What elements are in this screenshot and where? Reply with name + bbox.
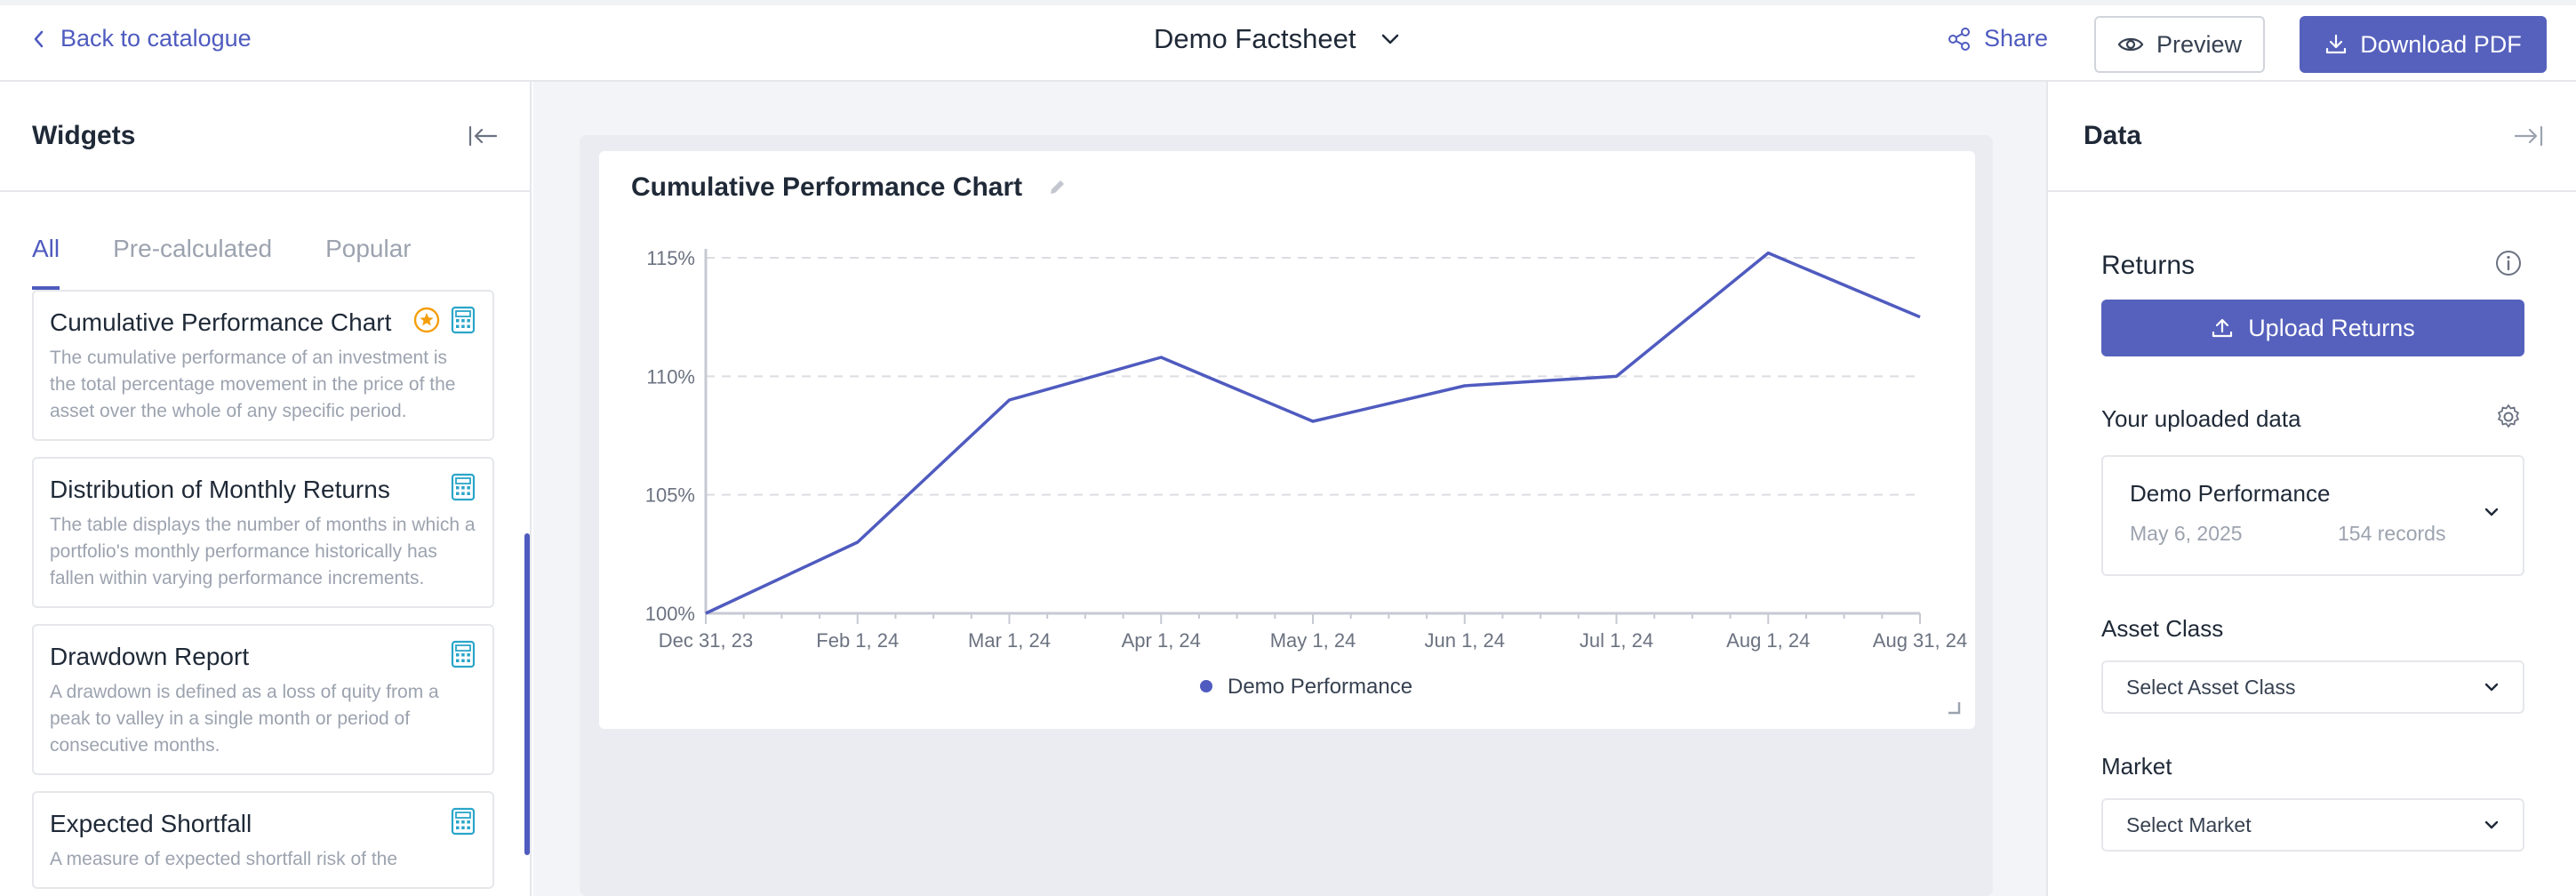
y-tick-label: 115% bbox=[646, 247, 695, 269]
data-panel-body: Returns Upload Returns Your uploaded dat… bbox=[2048, 192, 2576, 852]
asset-class-select[interactable]: Select Asset Class bbox=[2101, 660, 2524, 714]
resize-handle-icon[interactable] bbox=[1947, 700, 1961, 715]
legend-label: Demo Performance bbox=[1228, 675, 1412, 699]
widgets-panel-header: Widgets bbox=[0, 82, 530, 192]
chevron-down-icon bbox=[2484, 820, 2499, 829]
widget-title: Distribution of Monthly Returns bbox=[50, 476, 390, 503]
dataset-date: May 6, 2025 bbox=[2130, 522, 2243, 545]
share-label: Share bbox=[1984, 25, 2049, 52]
widget-list: Cumulative Performance Chart The cumulat… bbox=[32, 290, 494, 896]
x-tick-label: Aug 1, 24 bbox=[1726, 629, 1810, 652]
x-tick-label: May 1, 24 bbox=[1270, 629, 1356, 652]
x-tick-label: Dec 31, 23 bbox=[659, 629, 753, 652]
returns-title: Returns bbox=[2101, 250, 2196, 280]
download-label: Download PDF bbox=[2360, 30, 2522, 58]
uploaded-dataset-card[interactable]: Demo Performance May 6, 2025 154 records bbox=[2101, 455, 2524, 576]
widget-card[interactable]: Drawdown Report A drawdown is defined as… bbox=[32, 624, 494, 775]
x-tick-label: Jul 1, 24 bbox=[1580, 629, 1653, 652]
widget-card[interactable]: Distribution of Monthly Returns The tabl… bbox=[32, 457, 494, 608]
star-badge-icon bbox=[413, 307, 440, 333]
preview-button[interactable]: Preview bbox=[2094, 16, 2265, 73]
info-icon[interactable] bbox=[2494, 249, 2523, 282]
gear-icon[interactable] bbox=[2494, 403, 2523, 436]
data-panel-header: Data bbox=[2048, 82, 2576, 192]
market-select[interactable]: Select Market bbox=[2101, 798, 2524, 852]
x-tick-label: Jun 1, 24 bbox=[1424, 629, 1505, 652]
uploaded-data-row: Your uploaded data bbox=[2101, 403, 2523, 436]
top-header: Back to catalogue Demo Factsheet Share P… bbox=[0, 0, 2576, 82]
tab-popular[interactable]: Popular bbox=[325, 235, 412, 290]
chart-widget-card[interactable]: 100% 105% 110% 115% Dec 31, 23 Feb 1, 24 Mar 1… bbox=[599, 151, 1975, 729]
calculator-icon bbox=[451, 640, 476, 668]
widget-title: Drawdown Report bbox=[50, 643, 250, 670]
x-tick-label: Mar 1, 24 bbox=[968, 629, 1051, 652]
widget-description: The table displays the number of months … bbox=[50, 515, 476, 588]
cumulative-performance-chart: 100% 105% 110% 115% Dec 31, 23 Feb 1, 24 Mar 1… bbox=[645, 247, 1968, 699]
data-panel-title: Data bbox=[2084, 121, 2142, 150]
collapse-left-icon[interactable] bbox=[468, 124, 498, 148]
series-line bbox=[705, 251, 1921, 615]
chevron-down-icon bbox=[1382, 34, 1399, 44]
widget-icons bbox=[450, 473, 476, 501]
chart-title-row: Cumulative Performance Chart bbox=[631, 172, 1067, 203]
widget-title: Expected Shortfall bbox=[50, 810, 252, 837]
widget-icons bbox=[450, 807, 476, 836]
x-tick-label: Feb 1, 24 bbox=[816, 629, 899, 652]
widget-description: A measure of expected shortfall risk of … bbox=[50, 849, 398, 869]
upload-returns-label: Upload Returns bbox=[2248, 314, 2415, 341]
dataset-name: Demo Performance bbox=[2130, 480, 2331, 507]
widget-icons bbox=[412, 306, 476, 334]
download-pdf-button[interactable]: Download PDF bbox=[2300, 16, 2547, 73]
y-tick-label: 105% bbox=[645, 484, 695, 507]
calculator-icon bbox=[451, 306, 476, 334]
dataset-records: 154 records bbox=[2338, 522, 2446, 545]
uploaded-data-label: Your uploaded data bbox=[2101, 405, 2301, 432]
back-label: Back to catalogue bbox=[60, 25, 252, 52]
asset-class-value: Select Asset Class bbox=[2126, 675, 2296, 699]
dataset-meta: May 6, 2025 154 records bbox=[2130, 522, 2496, 546]
widgets-panel-title: Widgets bbox=[32, 121, 136, 150]
collapse-right-icon[interactable] bbox=[2514, 124, 2544, 148]
back-to-catalogue-link[interactable]: Back to catalogue bbox=[32, 25, 252, 52]
y-tick-label: 110% bbox=[646, 365, 695, 388]
upload-icon bbox=[2212, 318, 2233, 338]
download-icon bbox=[2326, 34, 2347, 54]
tab-all[interactable]: All bbox=[32, 235, 60, 290]
widget-description: A drawdown is defined as a loss of quity… bbox=[50, 682, 439, 756]
calculator-icon bbox=[451, 473, 476, 501]
pencil-icon[interactable] bbox=[1047, 178, 1067, 197]
chevron-left-icon bbox=[34, 30, 44, 47]
widget-description: The cumulative performance of an investm… bbox=[50, 348, 456, 421]
widget-tabs: All Pre-calculated Popular bbox=[0, 192, 530, 290]
document-title-dropdown[interactable]: Demo Factsheet bbox=[1154, 23, 1400, 55]
upload-returns-button[interactable]: Upload Returns bbox=[2101, 300, 2524, 356]
widget-card[interactable]: Expected Shortfall A measure of expected… bbox=[32, 791, 494, 889]
eye-icon bbox=[2117, 37, 2144, 52]
returns-row: Returns bbox=[2101, 192, 2523, 282]
x-tick-label: Apr 1, 24 bbox=[1122, 629, 1201, 652]
calculator-icon bbox=[451, 807, 476, 836]
widget-icons bbox=[450, 640, 476, 668]
chevron-down-icon bbox=[2484, 508, 2499, 516]
market-value: Select Market bbox=[2126, 812, 2252, 836]
asset-class-label: Asset Class bbox=[2101, 615, 2224, 642]
chart-title: Cumulative Performance Chart bbox=[631, 172, 1023, 202]
x-tick-label: Aug 31, 24 bbox=[1873, 629, 1967, 652]
market-label: Market bbox=[2101, 753, 2172, 780]
widget-list-scrollbar[interactable] bbox=[524, 533, 530, 855]
widget-card[interactable]: Cumulative Performance Chart The cumulat… bbox=[32, 290, 494, 441]
document-title: Demo Factsheet bbox=[1154, 23, 1356, 54]
y-tick-label: 100% bbox=[645, 603, 695, 625]
share-icon bbox=[1948, 27, 1970, 51]
widgets-panel: Widgets All Pre-calculated Popular Cumul… bbox=[0, 82, 532, 896]
data-panel: Data Returns Upload Returns Your uploade… bbox=[2046, 82, 2576, 896]
legend-marker bbox=[1200, 680, 1212, 692]
tab-pre-calculated[interactable]: Pre-calculated bbox=[113, 235, 272, 290]
preview-label: Preview bbox=[2156, 30, 2243, 58]
chevron-down-icon bbox=[2484, 683, 2499, 692]
share-button[interactable]: Share bbox=[1947, 25, 2048, 52]
